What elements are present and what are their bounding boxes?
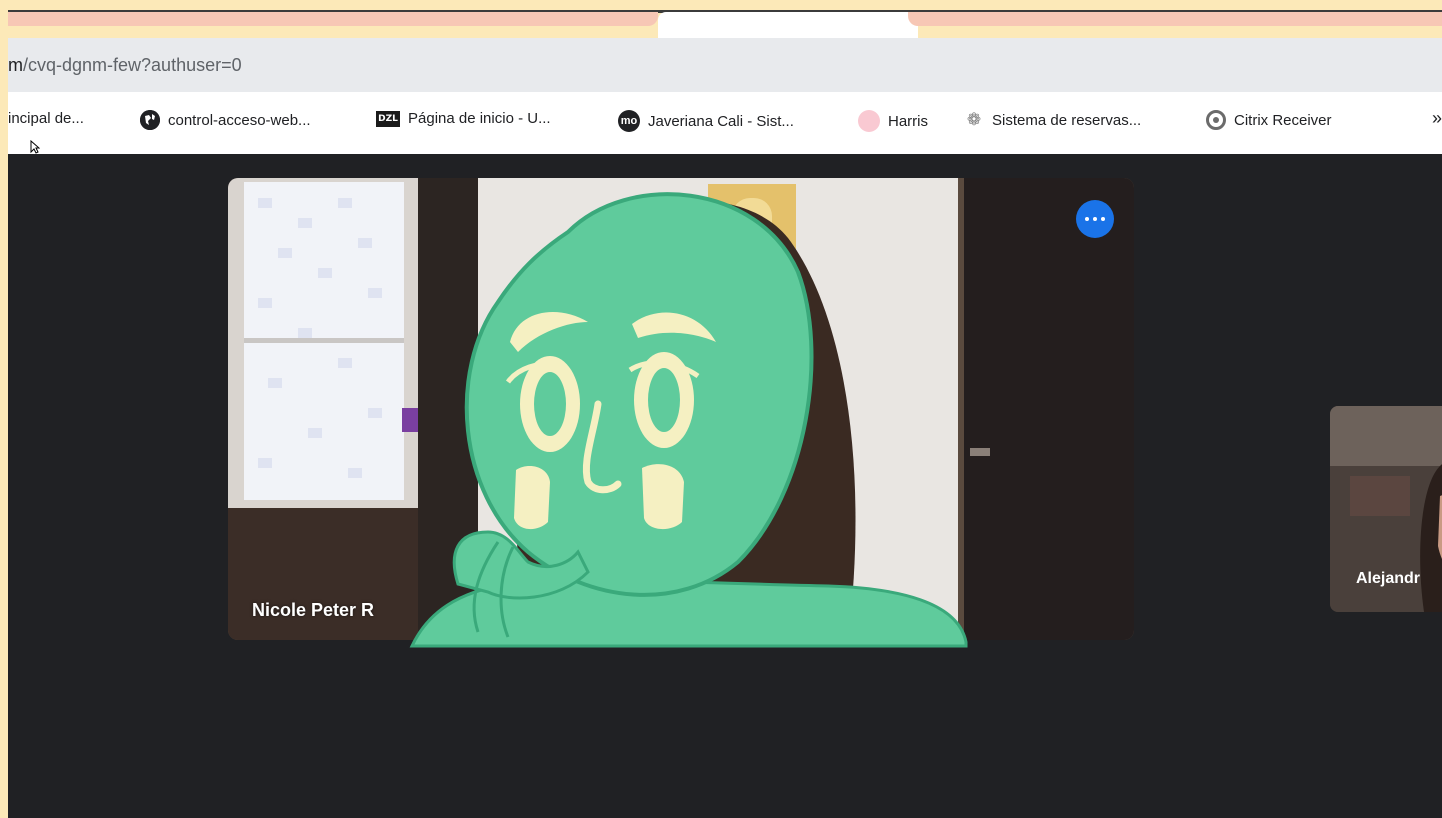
bookmark-label: Harris	[888, 112, 928, 130]
bookmark-item[interactable]: DZL Página de inicio - U...	[376, 110, 551, 127]
bookmark-label: Citrix Receiver	[1234, 111, 1332, 129]
bookmark-label: Página de inicio - U...	[408, 110, 551, 127]
bookmark-item[interactable]: control-acceso-web...	[140, 110, 311, 130]
url-host: m	[8, 55, 23, 75]
bookmark-item[interactable]: ❁ Sistema de reservas...	[964, 110, 1141, 130]
more-bookmarks-icon[interactable]: »	[1432, 108, 1442, 129]
bookmark-item[interactable]: mo Javeriana Cali - Sist...	[618, 110, 794, 132]
mouse-cursor-icon	[30, 140, 40, 154]
participant-name-label: Nicole Peter R	[252, 600, 375, 620]
participant-thumbnail-tile[interactable]: Alejandr	[1330, 406, 1442, 612]
cartoon-avatar-overlay	[409, 192, 968, 648]
more-dot-icon	[1085, 217, 1089, 221]
tab-strip	[8, 0, 1442, 38]
bookmark-label: control-acceso-web...	[168, 111, 311, 129]
bookmark-item[interactable]: Harris	[858, 110, 928, 132]
participant-thumbnail-name: Alejandr	[1356, 570, 1421, 587]
bookmarks-bar: incipal de... control-acceso-web... DZL …	[8, 92, 1442, 154]
address-bar[interactable]: m/cvq-dgnm-few?authuser=0	[8, 38, 1442, 92]
pink-circle-icon	[858, 110, 880, 132]
gear-cluster-icon: ❁	[966, 110, 982, 129]
more-dot-icon	[1093, 217, 1097, 221]
more-options-button[interactable]	[1076, 200, 1114, 238]
mo-logo-icon: mo	[618, 110, 640, 132]
browser-tab[interactable]	[908, 12, 1442, 26]
citrix-icon	[1206, 110, 1226, 130]
url-text[interactable]: m/cvq-dgnm-few?authuser=0	[8, 55, 242, 76]
url-path: /cvq-dgnm-few?authuser=0	[23, 55, 242, 75]
bookmark-item[interactable]: incipal de...	[8, 110, 84, 127]
globe-icon	[140, 110, 160, 130]
active-browser-tab[interactable]	[658, 12, 918, 38]
screenshot-frame: m/cvq-dgnm-few?authuser=0 incipal de... …	[8, 0, 1442, 818]
bookmark-label: Javeriana Cali - Sist...	[648, 112, 794, 130]
bookmark-label: incipal de...	[8, 110, 84, 127]
browser-tab[interactable]	[8, 12, 658, 26]
more-dot-icon	[1101, 217, 1105, 221]
bookmark-label: Sistema de reservas...	[992, 111, 1142, 129]
dzl-logo-icon: DZL	[376, 110, 400, 127]
bookmark-item[interactable]: Citrix Receiver	[1206, 110, 1332, 130]
